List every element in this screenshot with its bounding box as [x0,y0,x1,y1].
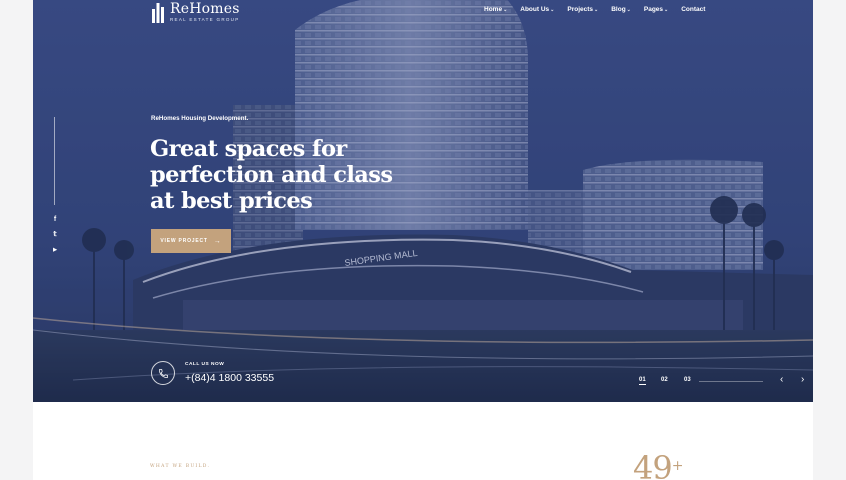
hero-kicker: ReHomes Housing Development. [151,115,249,122]
nav-item-label: Contact [681,6,706,13]
headline-line: at best prices [150,188,313,214]
nav-item-projects[interactable]: Projects ⌄ [567,6,598,13]
phone-button[interactable] [151,361,175,385]
headline-line: perfection and class [150,162,393,188]
view-project-button[interactable]: VIEW PROJECT → [151,229,231,253]
building-logo-icon [152,3,164,23]
nav-item-pages[interactable]: Pages ⌄ [644,6,668,13]
nav-item-about-us[interactable]: About Us ⌄ [520,6,554,13]
nav-item-label: Pages [643,6,664,13]
call-us-label: CALL US NOW [185,362,225,367]
headline-line: Great spaces for [150,136,347,162]
nav-item-label: Blog [611,6,626,13]
slide-progress-track [699,381,763,382]
nav-item-contact[interactable]: Contact [681,6,705,13]
phone-icon [158,368,168,378]
nav-item-label: Home [484,6,503,13]
phone-number[interactable]: +(84)4 1800 33555 [185,372,274,384]
nav-item-label: Projects [567,6,594,13]
nav-item-home[interactable]: Home ⌄ [484,6,507,13]
brand-logo[interactable]: ReHomes REAL ESTATE GROUP [152,2,240,23]
stat-counter: 49+ [633,449,684,480]
hero-section: SHOPPING MALL ReHomes REAL ESTATE GROUP … [33,0,813,402]
page: SHOPPING MALL ReHomes REAL ESTATE GROUP … [33,0,813,480]
chevron-down-icon: ⌄ [503,6,508,13]
brand-name: ReHomes [170,1,240,17]
view-project-label: VIEW PROJECT [160,238,208,244]
chevron-down-icon: ⌄ [626,6,631,13]
facebook-icon[interactable]: f [51,216,59,224]
main-nav: Home ⌄ About Us ⌄ Projects ⌄ Blog ⌄ Page… [484,6,705,13]
stat-suffix: + [671,458,684,474]
chevron-right-icon[interactable]: › [801,374,804,385]
chevron-down-icon: ⌄ [664,6,669,13]
chevron-down-icon: ⌄ [594,6,599,13]
brand-tagline: REAL ESTATE GROUP [170,17,240,22]
chevron-down-icon: ⌄ [550,6,555,13]
twitter-icon[interactable]: 𝕥 [51,231,59,239]
slide-dot-02[interactable]: 02 [661,377,668,383]
nav-item-blog[interactable]: Blog ⌄ [611,6,631,13]
youtube-icon[interactable]: ▶ [51,246,59,254]
section-tag: WHAT WE BUILD. [150,464,211,469]
slide-dot-01[interactable]: 01 [639,377,646,385]
chevron-left-icon[interactable]: ‹ [780,374,783,385]
hero-headline: Great spaces for perfection and class at… [150,136,410,214]
social-rail-divider [54,117,55,205]
arrow-right-icon: → [213,237,222,245]
slide-dot-03[interactable]: 03 [684,377,691,383]
nav-item-label: About Us [520,6,550,13]
stat-value: 49 [633,449,673,480]
